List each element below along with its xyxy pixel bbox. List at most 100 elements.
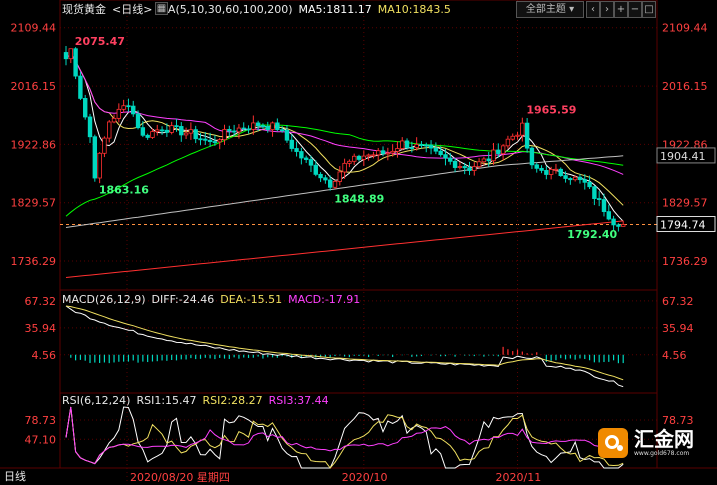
macd-dea: DEA:-15.51 — [220, 293, 283, 306]
rsi-header: RSI(6,12,24) RSI1:15.47 RSI2:28.27 RSI3:37.… — [62, 394, 335, 408]
macd-diff: DIFF:-24.46 — [151, 293, 215, 306]
candle-body — [620, 224, 626, 227]
candle-body — [596, 198, 602, 200]
minus-icon: − — [630, 4, 640, 15]
price-annotation: 1792.40 — [567, 228, 617, 241]
candle-body — [467, 167, 472, 171]
candle-body — [505, 138, 511, 147]
candle-body — [241, 127, 246, 130]
candle-body — [87, 116, 93, 138]
prev-button[interactable]: ‹ — [586, 1, 600, 18]
macd-tick-left: 4.56 — [32, 349, 57, 362]
candle-body — [572, 176, 578, 181]
candle-body — [183, 132, 189, 136]
rsi1-value: RSI1:15.47 — [136, 394, 197, 407]
price-annotation: 1863.16 — [99, 184, 149, 197]
candle-body — [376, 150, 381, 156]
candle-body — [462, 166, 467, 169]
candle-body — [553, 168, 559, 171]
candle-body — [227, 129, 232, 132]
reference-price-label: 1904.41 — [660, 150, 706, 163]
candle-body — [251, 122, 256, 130]
candle-body — [179, 126, 184, 136]
candle-body — [102, 137, 107, 154]
y-tick-label-right: 1736.29 — [662, 255, 708, 268]
candle-body — [476, 161, 482, 168]
settings-button[interactable]: □ — [642, 1, 656, 18]
candle-body — [587, 181, 592, 188]
candle-body — [515, 134, 520, 137]
zoom-in-button[interactable]: + — [614, 1, 628, 18]
candle-body — [107, 121, 112, 139]
candle-body — [308, 159, 314, 166]
candle-body — [400, 140, 405, 149]
candle-body — [448, 157, 453, 162]
candle-body — [126, 105, 131, 108]
candle-body — [356, 155, 362, 160]
candle-body — [116, 108, 122, 119]
candle-body — [111, 117, 117, 123]
macd-header: MACD(26,12,9) DIFF:-24.46 DEA:-15.51 MACD:-… — [62, 293, 366, 307]
rsi-tick-left: 47.10 — [25, 433, 57, 446]
candle-body — [496, 149, 501, 155]
candle-body — [342, 162, 347, 173]
macd-panel — [65, 305, 624, 388]
candle-body — [193, 129, 198, 140]
candle-body — [577, 176, 583, 181]
ma5-value: MA5:1811.17 — [298, 3, 372, 16]
next-button[interactable]: › — [600, 1, 614, 18]
candle-body — [472, 166, 477, 171]
candle-body — [255, 122, 261, 126]
candle-body — [601, 199, 607, 213]
zoom-out-button[interactable]: − — [628, 1, 642, 18]
y-tick-label-left: 1736.29 — [11, 255, 57, 268]
candle-body — [438, 150, 443, 156]
ma-toggle-button[interactable]: ▦ — [155, 2, 168, 15]
y-tick-label-left: 1829.57 — [11, 197, 57, 210]
chevron-down-icon: ▾ — [569, 4, 575, 15]
candle-body — [265, 125, 270, 130]
candle-body — [327, 179, 333, 188]
period-label[interactable]: <日线> — [112, 3, 152, 16]
rsi3-value: RSI3:37.44 — [268, 394, 329, 407]
candle-body — [361, 155, 367, 160]
candle-body — [155, 129, 160, 132]
rsi-panel — [65, 406, 624, 469]
chart-header: 现货黄金 <日线> MA(5,10,30,60,100,200) MA5:1811.1… — [62, 2, 457, 18]
candle-body — [510, 135, 515, 140]
candle-body — [563, 175, 568, 179]
price-annotations: 2075.47 1863.16 1848.89 1965.59 1792.40 — [75, 35, 618, 241]
period-mode[interactable]: 日线 — [4, 470, 26, 484]
macd-tick-right: 67.32 — [662, 295, 694, 308]
candle-body — [169, 125, 174, 133]
candle-body — [558, 168, 563, 177]
y-tick-label-right: 2016.15 — [662, 80, 708, 93]
candle-body — [131, 105, 136, 115]
candle-body — [395, 148, 400, 152]
theme-button[interactable]: 全部主题 ▾ — [516, 1, 584, 18]
ma200-line — [65, 220, 624, 278]
candle-body — [352, 155, 357, 162]
x-tick-label: 2020/10 — [342, 471, 388, 484]
candle-body — [270, 122, 275, 130]
candle-body — [568, 178, 573, 181]
macd-params: MACD(26,12,9) — [62, 293, 146, 306]
candle-body — [188, 129, 194, 134]
logo-icon — [598, 428, 628, 458]
candle-body — [78, 75, 83, 99]
candle-body — [414, 144, 419, 148]
candle-body — [500, 145, 506, 155]
candle-body — [121, 105, 126, 110]
candle-body — [611, 218, 616, 226]
rsi1-line — [65, 406, 624, 469]
candle-body — [544, 170, 549, 175]
macd-tick-left: 35.94 — [25, 322, 57, 335]
candle-body — [217, 139, 222, 143]
plus-icon: + — [616, 4, 626, 15]
rsi-tick-left: 78.73 — [25, 414, 57, 427]
gear-icon: □ — [644, 4, 654, 15]
candle-body — [83, 98, 88, 118]
chevron-right-icon: › — [605, 4, 609, 15]
candle-body — [491, 149, 496, 162]
chart-canvas[interactable]: 2075.47 1863.16 1848.89 1965.59 1792.40 2109… — [0, 0, 717, 485]
